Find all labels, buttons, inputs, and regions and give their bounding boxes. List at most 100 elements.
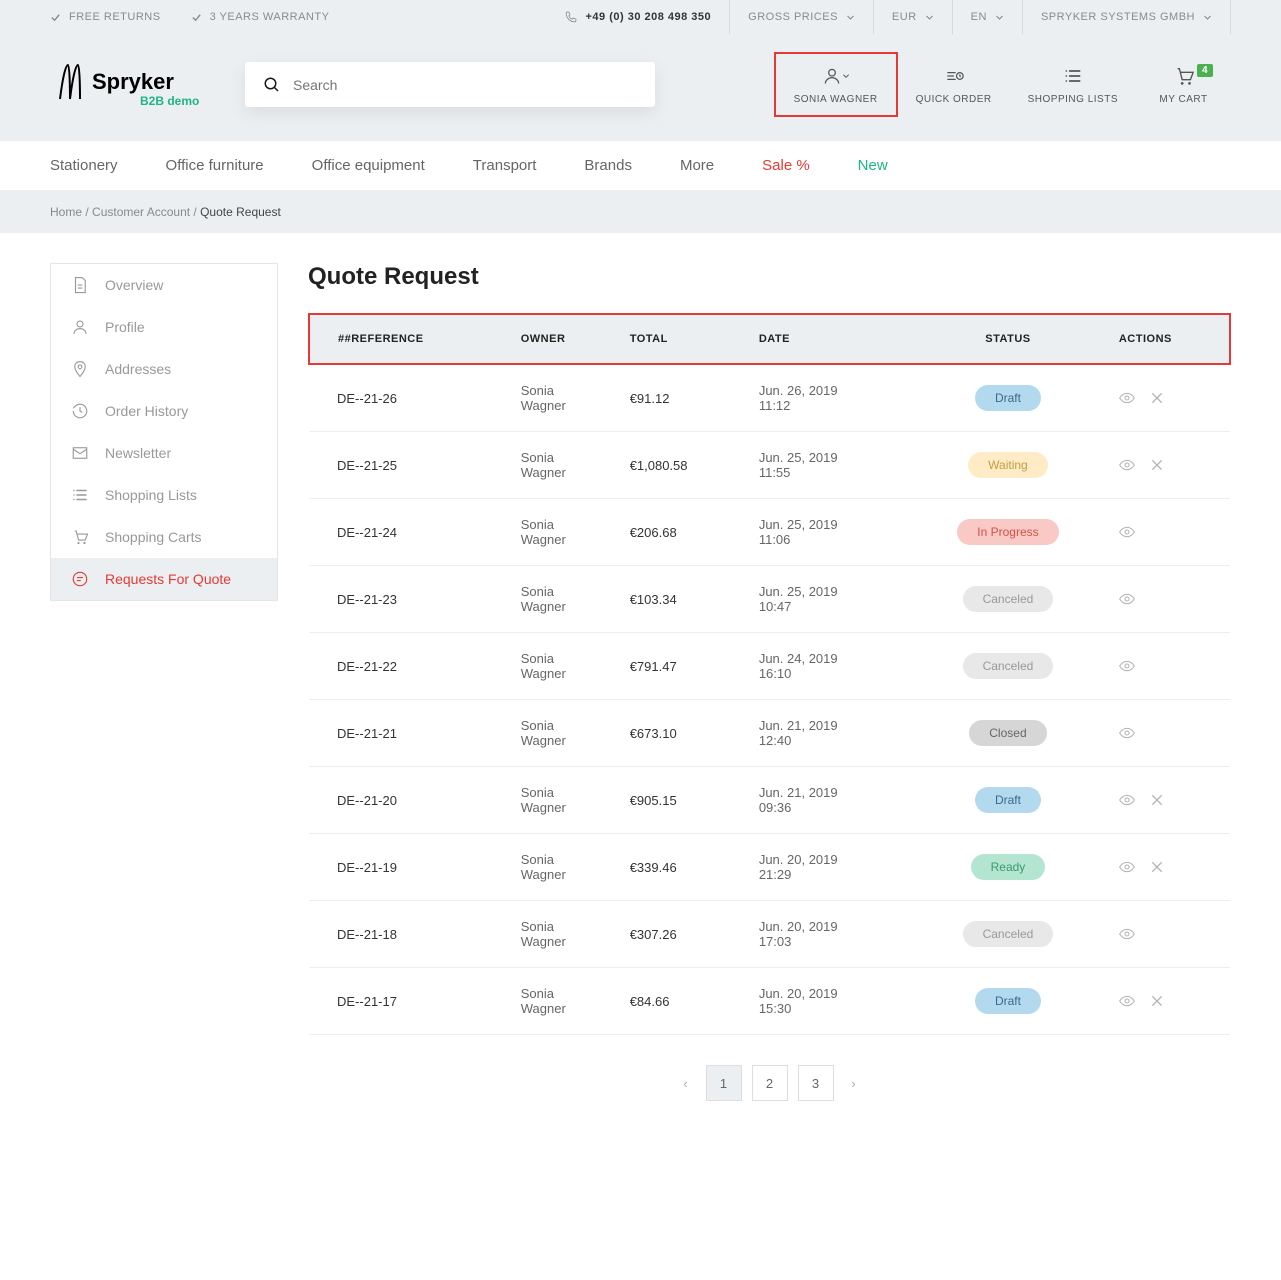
- col-total: TOTAL: [618, 314, 747, 364]
- nav-item[interactable]: Office furniture: [166, 157, 264, 174]
- cancel-icon[interactable]: [1149, 390, 1165, 406]
- cell-date: Jun. 20, 201915:30: [747, 968, 909, 1035]
- doc-icon: [71, 276, 89, 294]
- cell-reference: DE--21-24: [309, 499, 509, 566]
- view-icon[interactable]: [1119, 457, 1135, 473]
- view-icon[interactable]: [1119, 658, 1135, 674]
- col-owner: OWNER: [509, 314, 618, 364]
- table-row: DE--21-17 SoniaWagner €84.66 Jun. 20, 20…: [309, 968, 1230, 1035]
- cell-actions: [1107, 566, 1230, 633]
- quote-request-table: ##REFERENCE OWNER TOTAL DATE STATUS ACTI…: [308, 313, 1231, 1035]
- sidebar-item[interactable]: Shopping Lists: [51, 474, 277, 516]
- cell-date: Jun. 25, 201911:55: [747, 432, 909, 499]
- cell-total: €84.66: [618, 968, 747, 1035]
- col-actions: ACTIONS: [1107, 314, 1230, 364]
- view-icon[interactable]: [1119, 725, 1135, 741]
- cell-actions: [1107, 901, 1230, 968]
- phone-link[interactable]: +49 (0) 30 208 498 350: [564, 11, 729, 24]
- cart-link[interactable]: 4 MY CART: [1136, 52, 1231, 117]
- breadcrumb-account[interactable]: Customer Account: [92, 205, 190, 219]
- table-row: DE--21-21 SoniaWagner €673.10 Jun. 21, 2…: [309, 700, 1230, 767]
- nav-item[interactable]: Office equipment: [312, 157, 425, 174]
- cell-date: Jun. 25, 201910:47: [747, 566, 909, 633]
- nav-item[interactable]: Sale %: [762, 157, 810, 174]
- breadcrumb-home[interactable]: Home: [50, 205, 82, 219]
- nav-item[interactable]: Transport: [473, 157, 537, 174]
- view-icon[interactable]: [1119, 524, 1135, 540]
- cell-reference: DE--21-23: [309, 566, 509, 633]
- cell-date: Jun. 24, 201916:10: [747, 633, 909, 700]
- view-icon[interactable]: [1119, 792, 1135, 808]
- cell-status: Waiting: [909, 432, 1107, 499]
- pin-icon: [71, 360, 89, 378]
- cart-label: MY CART: [1159, 94, 1207, 105]
- sidebar-item[interactable]: Newsletter: [51, 432, 277, 474]
- logo[interactable]: Spryker B2B demo: [50, 57, 215, 113]
- chevron-down-icon: [995, 13, 1004, 22]
- phone-number: +49 (0) 30 208 498 350: [585, 11, 711, 23]
- sidebar-item[interactable]: Addresses: [51, 348, 277, 390]
- sidebar-item[interactable]: Order History: [51, 390, 277, 432]
- nav-item[interactable]: Brands: [584, 157, 632, 174]
- cell-owner: SoniaWagner: [509, 432, 618, 499]
- cancel-icon[interactable]: [1149, 993, 1165, 1009]
- sidebar-item[interactable]: Shopping Carts: [51, 516, 277, 558]
- cell-actions: [1107, 633, 1230, 700]
- page-next[interactable]: ›: [844, 1076, 864, 1091]
- cell-reference: DE--21-17: [309, 968, 509, 1035]
- price-mode-selector[interactable]: GROSS PRICES: [729, 0, 873, 34]
- user-menu[interactable]: SONIA WAGNER: [774, 52, 898, 117]
- page-button[interactable]: 1: [706, 1065, 742, 1101]
- cell-date: Jun. 20, 201917:03: [747, 901, 909, 968]
- status-badge: Canceled: [963, 586, 1054, 612]
- col-date: DATE: [747, 314, 909, 364]
- cell-owner: SoniaWagner: [509, 499, 618, 566]
- cancel-icon[interactable]: [1149, 859, 1165, 875]
- table-row: DE--21-26 SoniaWagner €91.12 Jun. 26, 20…: [309, 364, 1230, 432]
- nav-item[interactable]: Stationery: [50, 157, 118, 174]
- list-icon: [71, 486, 89, 504]
- cancel-icon[interactable]: [1149, 792, 1165, 808]
- status-badge: Waiting: [968, 452, 1048, 478]
- company-selector[interactable]: SPRYKER SYSTEMS GMBH: [1022, 0, 1231, 34]
- sidebar-item[interactable]: Overview: [51, 264, 277, 306]
- quick-order-link[interactable]: QUICK ORDER: [898, 52, 1010, 117]
- view-icon[interactable]: [1119, 993, 1135, 1009]
- shopping-lists-link[interactable]: SHOPPING LISTS: [1010, 52, 1136, 117]
- view-icon[interactable]: [1119, 859, 1135, 875]
- cell-reference: DE--21-21: [309, 700, 509, 767]
- page-prev[interactable]: ‹: [676, 1076, 696, 1091]
- user-icon: [71, 318, 89, 336]
- cell-actions: [1107, 364, 1230, 432]
- search-icon: [263, 76, 281, 94]
- sidebar-item[interactable]: Profile: [51, 306, 277, 348]
- search-box[interactable]: [245, 62, 655, 107]
- free-returns-label: FREE RETURNS: [50, 11, 161, 23]
- cell-actions: [1107, 834, 1230, 901]
- search-input[interactable]: [293, 77, 637, 93]
- cell-total: €791.47: [618, 633, 747, 700]
- cart-icon: [71, 528, 89, 546]
- cancel-icon[interactable]: [1149, 457, 1165, 473]
- cell-owner: SoniaWagner: [509, 364, 618, 432]
- chevron-down-icon: [925, 13, 934, 22]
- view-icon[interactable]: [1119, 591, 1135, 607]
- sidebar-item-label: Overview: [105, 277, 163, 293]
- view-icon[interactable]: [1119, 926, 1135, 942]
- cell-owner: SoniaWagner: [509, 633, 618, 700]
- sidebar-item[interactable]: Requests For Quote: [51, 558, 277, 600]
- currency-selector[interactable]: EUR: [873, 0, 952, 34]
- status-badge: Draft: [975, 787, 1041, 813]
- table-row: DE--21-25 SoniaWagner €1,080.58 Jun. 25,…: [309, 432, 1230, 499]
- view-icon[interactable]: [1119, 390, 1135, 406]
- page-button[interactable]: 2: [752, 1065, 788, 1101]
- cell-total: €1,080.58: [618, 432, 747, 499]
- nav-item[interactable]: New: [858, 157, 888, 174]
- warranty-text: 3 YEARS WARRANTY: [210, 11, 330, 23]
- page-button[interactable]: 3: [798, 1065, 834, 1101]
- language-selector[interactable]: EN: [952, 0, 1022, 34]
- warranty-label: 3 YEARS WARRANTY: [191, 11, 330, 23]
- cell-total: €103.34: [618, 566, 747, 633]
- cell-reference: DE--21-19: [309, 834, 509, 901]
- nav-item[interactable]: More: [680, 157, 714, 174]
